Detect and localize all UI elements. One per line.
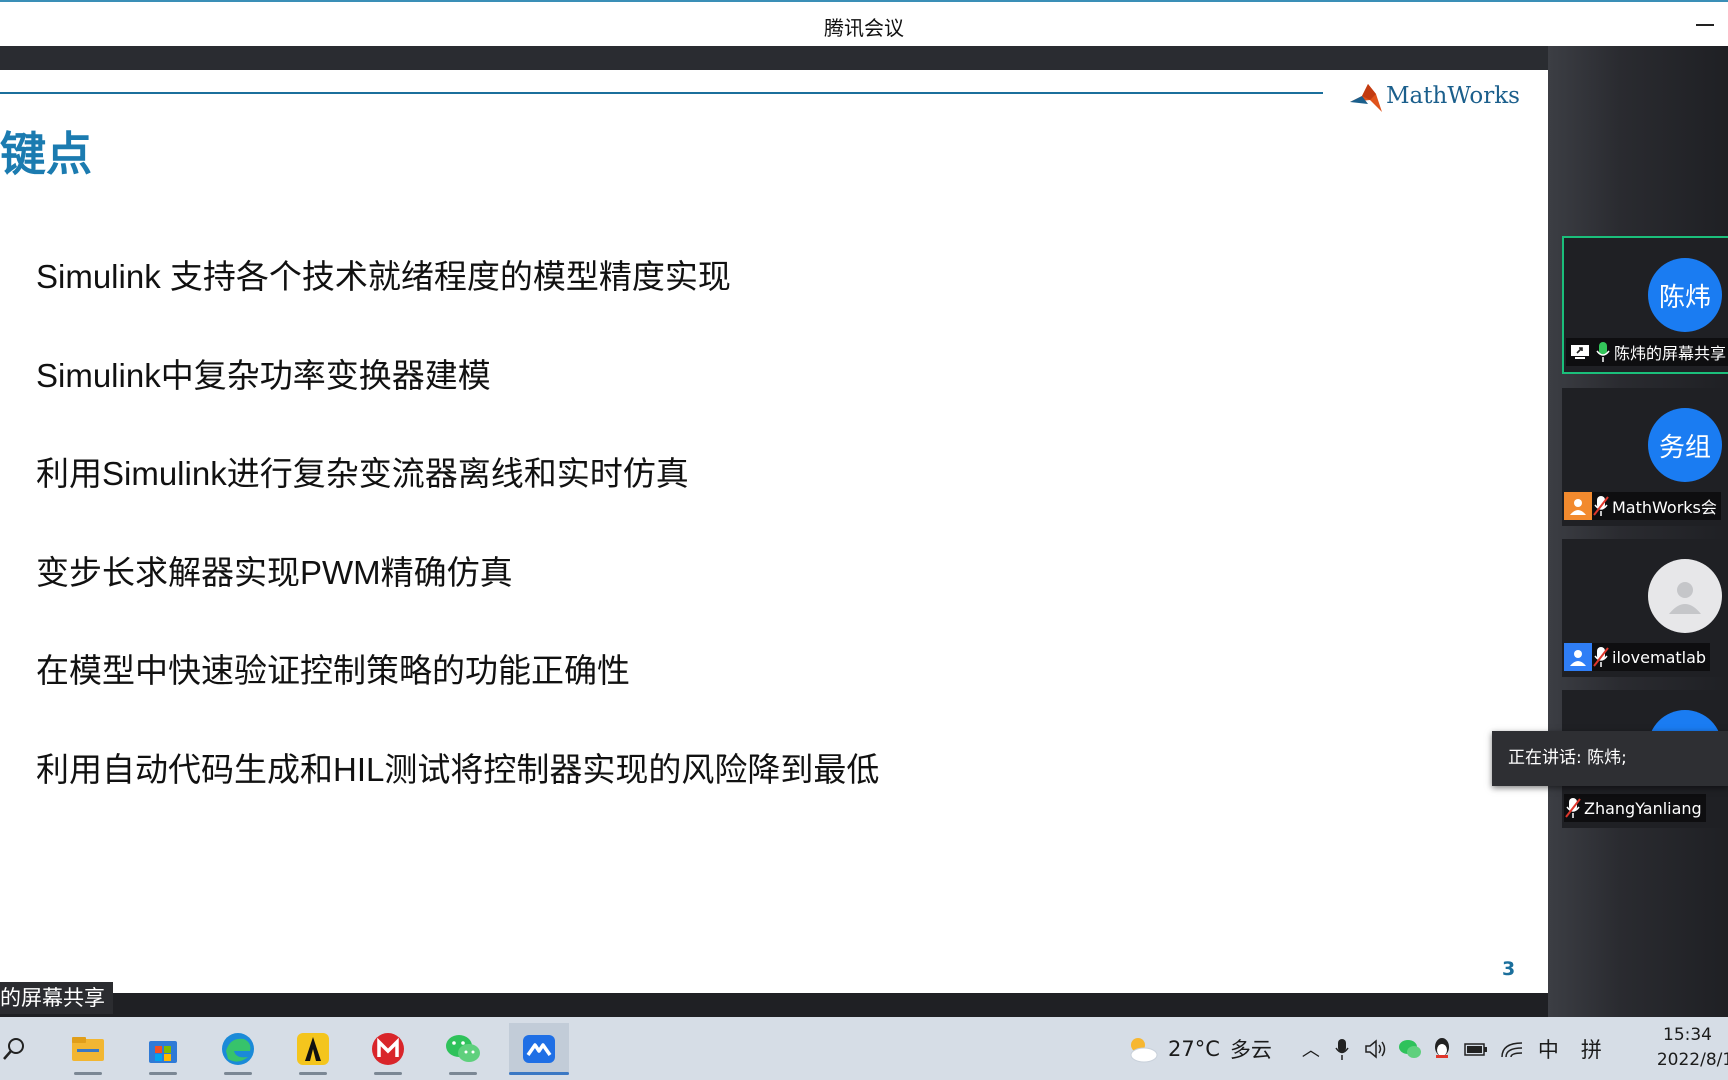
microphone-icon[interactable] [1334, 1037, 1350, 1061]
wechat-tray-icon[interactable] [1398, 1038, 1422, 1060]
taskbar-wechat[interactable] [433, 1023, 493, 1075]
search-button[interactable] [0, 1023, 44, 1075]
mic-off-icon [1564, 796, 1582, 820]
search-icon [3, 1038, 24, 1060]
mic-on-icon [1594, 340, 1612, 364]
mic-off-icon [1592, 494, 1610, 518]
participant-name: ZhangYanliang [1584, 798, 1702, 818]
battery-icon[interactable] [1464, 1040, 1488, 1058]
bullet-list: Simulink 支持各个技术就绪程度的模型精度实现 Simulink中复杂功率… [36, 253, 879, 844]
share-toolbar-strip [0, 46, 1548, 70]
slide-bottom-band [0, 993, 1548, 1017]
avatar [1648, 559, 1722, 633]
wifi-icon[interactable] [1500, 1039, 1524, 1059]
participant-tile[interactable]: 务组 MathWorks会 [1562, 388, 1728, 526]
chevron-up-icon[interactable]: ︿ [1302, 1036, 1320, 1062]
qq-penguin-icon[interactable] [1432, 1037, 1452, 1061]
user-icon [1564, 643, 1592, 671]
bullet-item: 利用自动代码生成和HIL测试将控制器实现的风险降到最低 [36, 750, 880, 788]
slide-heading: 键点 [0, 127, 92, 181]
participant-name: 陈炜的屏幕共享 [1614, 344, 1727, 363]
speaker-icon[interactable] [1364, 1038, 1388, 1060]
bullet-item: 变步长求解器实现PWM精确仿真 [36, 553, 513, 591]
ime-language[interactable]: 中 [1538, 1034, 1559, 1064]
ime-mode[interactable]: 拼 [1581, 1034, 1602, 1064]
participant-label: 陈炜的屏幕共享 [1566, 338, 1728, 366]
taskbar-app-m[interactable] [358, 1023, 418, 1075]
clock-time: 15:34 [1663, 1025, 1712, 1045]
speaking-indicator: 正在讲话: 陈炜; [1492, 731, 1728, 786]
participant-tile[interactable]: ilovematlab [1562, 539, 1728, 677]
weather-temp[interactable]: 27°C [1168, 1037, 1220, 1061]
screen-share-icon [1566, 338, 1594, 366]
participants-panel: 陈炜 陈炜的屏幕共享 务组 MathWorks会 ilovematlab Zha… [1548, 46, 1728, 1017]
window-titlebar: 腾讯会议 [0, 0, 1728, 46]
window-title: 腾讯会议 [824, 16, 904, 40]
file-explorer-icon [72, 1037, 104, 1061]
default-avatar-icon [1669, 582, 1701, 614]
minimize-button[interactable] [1696, 24, 1714, 26]
slide-page-number: 3 [1502, 958, 1516, 980]
bullet-item: 在模型中快速验证控制策略的功能正确性 [36, 652, 630, 689]
app-m-icon [372, 1033, 404, 1065]
clock-date: 2022/8/16 [1656, 1050, 1728, 1070]
taskbar-app-a[interactable] [283, 1023, 343, 1075]
participant-name: MathWorks会 [1612, 498, 1717, 517]
participant-label: ZhangYanliang [1564, 794, 1706, 822]
system-clock[interactable]: 15:34 2022/8/16 [1638, 1023, 1728, 1073]
bullet-item: Simulink中复杂功率变换器建模 [36, 356, 491, 394]
taskbar-tencent-meeting[interactable] [509, 1023, 569, 1075]
participant-label: MathWorks会 [1564, 492, 1721, 520]
membrane-logo-icon [1350, 84, 1382, 112]
wechat-icon [446, 1035, 480, 1062]
edge-icon [222, 1033, 254, 1065]
bullet-item: Simulink 支持各个技术就绪程度的模型精度实现 [36, 258, 731, 295]
avatar: 陈炜 [1648, 258, 1722, 332]
participant-tile[interactable]: 陈炜 陈炜的屏幕共享 [1562, 236, 1728, 374]
avatar: 务组 [1648, 408, 1722, 482]
mic-off-icon [1592, 645, 1610, 669]
app-a-icon [297, 1033, 329, 1065]
taskbar-store[interactable] [133, 1023, 193, 1075]
weather-partly-cloudy-icon [1130, 1037, 1158, 1062]
store-icon [149, 1041, 177, 1063]
presenter-caption: 的屏幕共享 [0, 982, 113, 1014]
taskbar-edge[interactable] [208, 1023, 268, 1075]
mathworks-logo: MathWorks [1348, 78, 1520, 114]
windows-taskbar: 27°C 多云 ︿ 中 拼 15:34 2022/8/16 [0, 1017, 1728, 1080]
tencent-meeting-icon [523, 1035, 555, 1063]
participant-label: ilovematlab [1564, 643, 1711, 671]
weather-desc[interactable]: 多云 [1230, 1034, 1272, 1064]
system-tray: 27°C 多云 ︿ 中 拼 [1122, 1017, 1602, 1080]
bullet-item: 利用Simulink进行复杂变流器离线和实时仿真 [36, 455, 689, 492]
taskbar-file-explorer[interactable] [58, 1023, 118, 1075]
participant-name: ilovematlab [1612, 647, 1707, 667]
user-icon [1564, 492, 1592, 520]
shared-slide: MathWorks 键点 Simulink 支持各个技术就绪程度的模型精度实现 … [0, 70, 1548, 993]
logo-wordmark: MathWorks [1386, 83, 1520, 109]
slide-header-rule [0, 92, 1323, 94]
